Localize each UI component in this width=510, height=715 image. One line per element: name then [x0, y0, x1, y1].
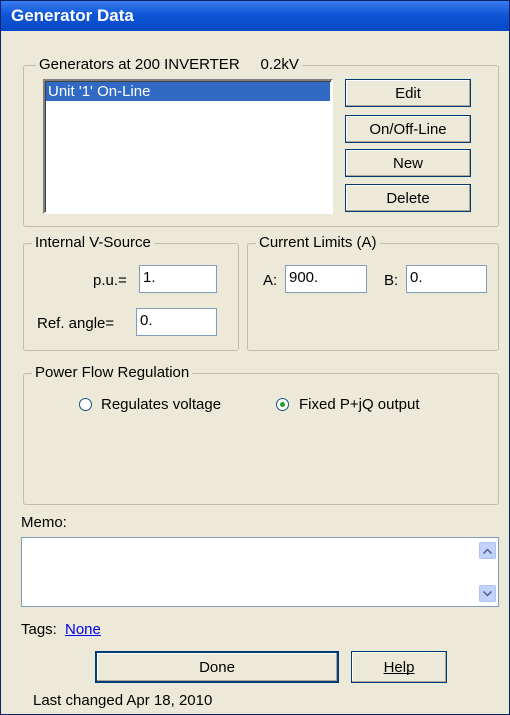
tags-label: Tags:: [21, 621, 57, 638]
chevron-down-icon: [483, 590, 492, 597]
help-button-label: Help: [383, 658, 415, 676]
regulates-voltage-label[interactable]: Regulates voltage: [101, 396, 221, 414]
done-button[interactable]: Done: [95, 651, 339, 683]
regulates-voltage-radio[interactable]: [79, 398, 92, 411]
memo-label: Memo:: [21, 514, 67, 531]
limit-b-label: B:: [384, 272, 399, 289]
new-button[interactable]: New: [345, 149, 471, 177]
current-limits-group: Current Limits (A): [247, 234, 499, 351]
pu-field[interactable]: 1.: [139, 265, 217, 293]
fixed-pq-radio[interactable]: [276, 398, 289, 411]
pu-label: p.u.=: [93, 272, 127, 289]
chevron-up-icon: [483, 547, 492, 554]
tags-none-link[interactable]: None: [65, 621, 101, 639]
memo-field[interactable]: [21, 537, 499, 607]
limit-a-label: A:: [263, 272, 278, 289]
help-button[interactable]: Help: [351, 651, 447, 683]
radio-selected-dot: [280, 402, 285, 407]
title-bar: Generator Data: [1, 1, 509, 31]
power-flow-group: Power Flow Regulation: [23, 364, 499, 505]
current-limits-title: Current Limits (A): [256, 234, 380, 252]
generator-data-dialog: Generator Data Generators at 200 INVERTE…: [0, 0, 510, 715]
last-changed: Last changed Apr 18, 2010: [33, 692, 213, 709]
edit-button[interactable]: Edit: [345, 79, 471, 107]
bus-voltage: 0.2kV: [260, 56, 299, 73]
limit-b-field[interactable]: 0.: [406, 265, 487, 293]
on-off-line-button[interactable]: On/Off-Line: [345, 115, 471, 143]
generator-list[interactable]: Unit '1' On-Line: [43, 79, 333, 214]
internal-v-source-title: Internal V-Source: [32, 234, 154, 252]
delete-button[interactable]: Delete: [345, 184, 471, 212]
list-item[interactable]: Unit '1' On-Line: [46, 82, 330, 101]
generators-heading: Generators at 200 INVERTER 0.2kV: [36, 56, 302, 74]
scroll-up-button[interactable]: [479, 542, 496, 559]
limit-a-field[interactable]: 900.: [285, 265, 367, 293]
power-flow-title: Power Flow Regulation: [32, 364, 193, 382]
ref-angle-field[interactable]: 0.: [136, 308, 217, 336]
fixed-pq-label[interactable]: Fixed P+jQ output: [299, 396, 419, 414]
ref-angle-label: Ref. angle=: [37, 315, 115, 332]
scroll-down-button[interactable]: [479, 585, 496, 602]
